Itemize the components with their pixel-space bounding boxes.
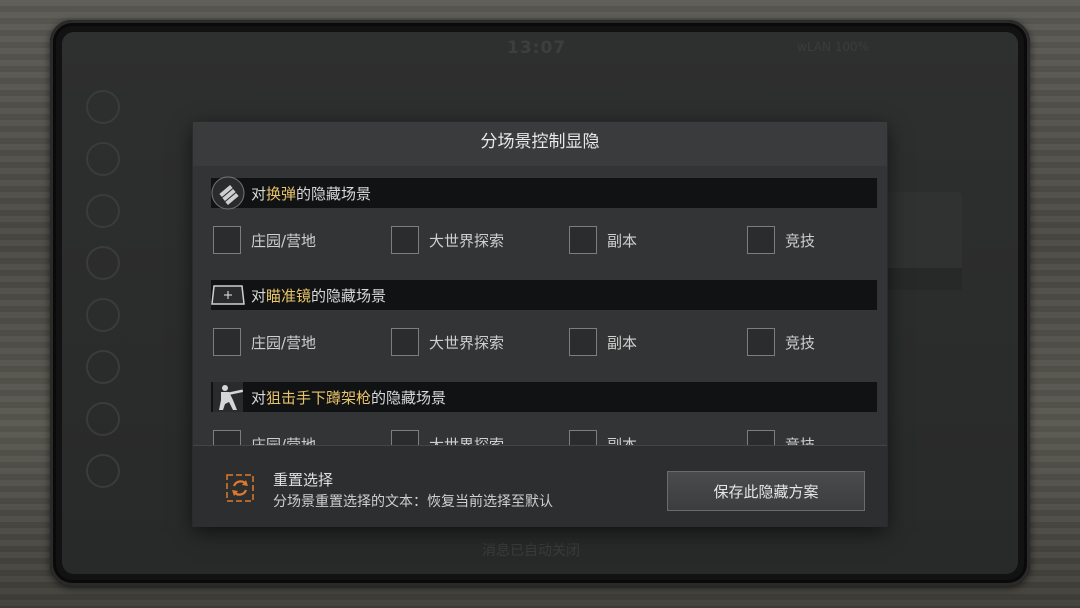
option-label: 副本 (607, 333, 638, 352)
section-header: 对瞄准镜 的隐藏场景 (211, 280, 877, 310)
checkbox[interactable] (213, 430, 241, 445)
background-footer-hint: 消息已自动关闭 (482, 543, 580, 559)
section-highlight: 换弹 (266, 184, 297, 203)
background-side-icon (86, 350, 120, 384)
background-side-icon (86, 298, 120, 332)
reset-icon[interactable] (226, 474, 254, 502)
option-row: 庄园/营地 大世界探索 副本 竞技 (211, 310, 877, 382)
option-label: 竞技 (785, 333, 816, 352)
option-arena[interactable]: 竞技 (747, 327, 815, 357)
option-dungeon[interactable]: 副本 (569, 225, 637, 255)
sniper-crouch-icon (209, 380, 247, 414)
option-row: 庄园/营地 大世界探索 副本 竞技 (211, 208, 877, 280)
option-label: 竞技 (785, 435, 816, 446)
options-scroll-area[interactable]: 对换弹 的隐藏场景 庄园/营地 大世界探索 副本 竞技 对瞄准镜 的隐藏场景 庄… (193, 166, 887, 445)
option-label: 庄园/营地 (251, 231, 317, 250)
option-dungeon[interactable]: 副本 (569, 327, 637, 357)
checkbox[interactable] (747, 328, 775, 356)
background-clock: 13:07 (507, 38, 567, 58)
option-label: 副本 (607, 231, 638, 250)
background-status: wLAN 100% (797, 40, 870, 54)
section-prefix: 对 (251, 184, 267, 203)
background-side-icon (86, 454, 120, 488)
option-row: 庄园/营地 大世界探索 副本 竞技 (211, 412, 877, 445)
background-side-icon (86, 194, 120, 228)
section-prefix: 对 (251, 388, 267, 407)
checkbox[interactable] (391, 226, 419, 254)
checkbox[interactable] (569, 226, 597, 254)
reset-description: 分场景重置选择的文本：恢复当前选择至默认 (273, 494, 553, 510)
dialog-title: 分场景控制显隐 (480, 132, 600, 152)
background-side-icon (86, 142, 120, 176)
background-side-icon (86, 90, 120, 124)
scene-visibility-dialog: 分场景控制显隐 对换弹 的隐藏场景 庄园/营地 大世界探索 副本 竞技 对 瞄准… (193, 122, 887, 527)
section-suffix: 的隐藏场景 (296, 184, 372, 203)
checkbox[interactable] (747, 430, 775, 445)
checkbox[interactable] (569, 328, 597, 356)
section-sniper-crouch: 对狙击手下蹲架枪 的隐藏场景 庄园/营地 大世界探索 副本 竞技 (211, 382, 877, 445)
section-suffix: 的隐藏场景 (371, 388, 447, 407)
option-label: 大世界探索 (429, 231, 505, 250)
option-label: 副本 (607, 435, 638, 446)
option-label: 庄园/营地 (251, 435, 317, 446)
option-world-explore[interactable]: 大世界探索 (391, 225, 504, 255)
background-side-icon (86, 246, 120, 280)
option-label: 竞技 (785, 231, 816, 250)
option-world-explore[interactable]: 大世界探索 (391, 429, 504, 445)
section-prefix: 对 (251, 286, 267, 305)
option-manor-camp[interactable]: 庄园/营地 (213, 327, 316, 357)
section-header: 对狙击手下蹲架枪 的隐藏场景 (211, 382, 877, 412)
checkbox[interactable] (213, 328, 241, 356)
checkbox[interactable] (569, 430, 597, 445)
save-scheme-button[interactable]: 保存此隐藏方案 (667, 471, 865, 511)
section-header: 对换弹 的隐藏场景 (209, 176, 877, 210)
checkbox[interactable] (391, 430, 419, 445)
option-arena[interactable]: 竞技 (747, 429, 815, 445)
background-side-icon (86, 402, 120, 436)
option-label: 大世界探索 (429, 333, 505, 352)
background-card (882, 192, 962, 272)
section-reload: 对换弹 的隐藏场景 庄园/营地 大世界探索 副本 竞技 (209, 176, 877, 280)
reset-title[interactable]: 重置选择 (273, 469, 333, 490)
section-highlight: 瞄准镜 (266, 286, 312, 305)
checkbox[interactable] (747, 226, 775, 254)
option-label: 庄园/营地 (251, 333, 317, 352)
scope-icon (209, 278, 247, 312)
section-scope: 对瞄准镜 的隐藏场景 庄园/营地 大世界探索 副本 竞技 (211, 280, 877, 382)
option-world-explore[interactable]: 大世界探索 (391, 327, 504, 357)
bullets-icon (209, 176, 247, 210)
option-arena[interactable]: 竞技 (747, 225, 815, 255)
option-manor-camp[interactable]: 庄园/营地 (213, 429, 316, 445)
section-suffix: 的隐藏场景 (311, 286, 387, 305)
background-strip (882, 268, 962, 290)
section-highlight: 狙击手下蹲架枪 (266, 388, 372, 407)
option-dungeon[interactable]: 副本 (569, 429, 637, 445)
option-label: 大世界探索 (429, 435, 505, 446)
checkbox[interactable] (213, 226, 241, 254)
option-manor-camp[interactable]: 庄园/营地 (213, 225, 316, 255)
dialog-footer: 重置选择 分场景重置选择的文本：恢复当前选择至默认 保存此隐藏方案 (193, 445, 887, 527)
checkbox[interactable] (391, 328, 419, 356)
